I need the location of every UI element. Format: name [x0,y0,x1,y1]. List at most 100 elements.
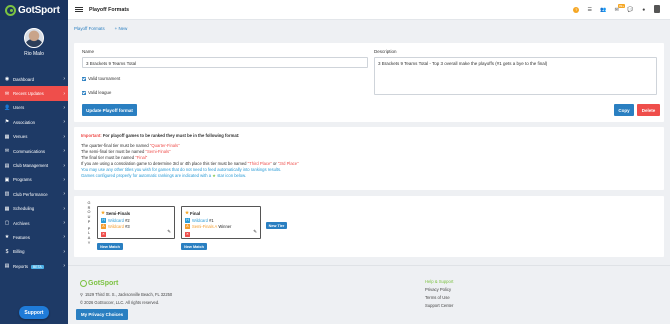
sidebar: GotSport Rio Malo ◉ Dashboard › ✉ Recent Upd… [0,0,68,324]
valid-tournament-label: Valid tournament [88,76,121,81]
user-icon[interactable] [651,4,665,15]
sidebar-item-programs[interactable]: ▣ Programs › [0,173,68,187]
association-icon: ⚑ [4,119,10,126]
semi-finals-game[interactable]: ★ Semi-Finals H Wildcard #2 A Wildcard #3 ✕… [97,206,175,239]
delete-game-button[interactable]: ✕ [101,232,108,237]
game-title: ★ Final [185,210,201,216]
chevron-right-icon: › [63,176,65,183]
footer-logo: GotSport [80,280,118,287]
info-heading: Important: For playoff games to be ranke… [81,133,240,138]
playoff-formats-link[interactable]: Playoff Formats [74,26,105,31]
sidebar-item-recent-updates[interactable]: ✉ Recent Updates › [0,86,68,101]
list-icon[interactable]: ☰ [583,7,597,13]
new-match-button[interactable]: New Match [181,243,207,250]
sidebar-item-scheduling[interactable]: ▦ Scheduling › [0,202,68,216]
info-icon[interactable]: ● [637,7,651,13]
sidebar-item-archives[interactable]: ▢ Archives › [0,216,68,230]
chevron-right-icon: › [63,104,65,111]
sidebar-item-label: Features [13,234,30,240]
playoff-format-form: Name 3 Brackets 9 Teams Total Descriptio… [74,43,664,122]
sidebar-item-label: Billing [13,249,25,255]
reports-icon: ▤ [4,263,10,270]
chevron-right-icon: › [63,133,65,140]
club-management-icon: ▤ [4,162,10,169]
footer: GotSport ⚲ 1529 Third St. S., Jacksonvill… [68,265,670,324]
update-playoff-format-button[interactable]: Update Playoff format [82,104,137,116]
avatar[interactable] [24,28,44,48]
game-slot[interactable]: A Semi-Finals A Winner [185,224,231,229]
brand-logo[interactable]: GotSport [0,0,68,20]
footer-address: ⚲ 1529 Third St. S., Jacksonville Beach, … [80,292,173,297]
trash-icon: ✕ [101,232,106,237]
delete-button[interactable]: Delete [637,104,660,116]
help-icon[interactable]: ? [570,6,584,13]
terms-of-use-link[interactable]: Terms of Use [425,294,453,302]
sidebar-item-label: Recent Updates [13,91,44,97]
footer-copyright: © 2026 GotSoccer, LLC. All rights reserv… [80,300,160,305]
archives-icon: ▢ [4,220,10,227]
checkbox-checked-icon [82,76,86,81]
topbar: Playoff Formats ? ☰ 👥 ✉ 99+ 💬 ● [68,0,670,20]
brand-name: GotSport [18,4,60,16]
help-support-link[interactable]: Help & Support [425,278,453,286]
users-icon: 👤 [4,104,11,111]
sidebar-item-communications[interactable]: ✉ Communications › [0,144,68,158]
new-tier-button[interactable]: New Tier [266,222,287,229]
chevron-right-icon: › [63,162,65,169]
away-icon: A [185,224,190,229]
sidebar-item-label: Scheduling [13,206,35,212]
copy-button[interactable]: Copy [614,104,634,116]
new-link[interactable]: + New [115,26,128,31]
sidebar-item-label: Club Performance [13,191,48,197]
venues-icon: ▦ [4,133,10,140]
privacy-choices-button[interactable]: My Privacy Choices [76,309,128,320]
description-textarea[interactable]: 3 Brackets 9 Teams Total - Top 3 overall… [374,57,657,95]
sidebar-item-dashboard[interactable]: ◉ Dashboard › [0,72,68,86]
sidebar-item-label: Dashboard [13,76,35,82]
sidebar-item-label: Communications [13,148,46,154]
people-icon[interactable]: 👥 [597,7,611,13]
delete-game-button[interactable]: ✕ [185,232,192,237]
name-input[interactable]: 3 Brackets 9 Teams Total [82,57,368,68]
away-icon: A [101,224,106,229]
sidebar-item-reports[interactable]: ▤ Reports BETA › [0,259,68,273]
name-label: Name [82,49,95,54]
support-button[interactable]: Support [19,306,49,319]
chevron-right-icon: › [63,148,65,155]
final-game[interactable]: ★ Final H Wildcard #1 A Semi-Finals A Winne… [181,206,261,239]
sidebar-item-club-management[interactable]: ▤ Club Management › [0,158,68,172]
home-icon: H [101,218,106,223]
valid-league-checkbox[interactable]: Valid league [82,90,111,95]
sidebar-item-billing[interactable]: $ Billing › [0,245,68,259]
home-icon: H [185,218,190,223]
sidebar-item-venues[interactable]: ▦ Venues › [0,130,68,144]
edit-icon[interactable]: ✎ [167,229,171,235]
new-match-button[interactable]: New Match [97,243,123,250]
game-slot[interactable]: H Wildcard #1 [185,218,214,223]
privacy-policy-link[interactable]: Privacy Policy [425,286,453,294]
communications-icon: ✉ [4,148,10,155]
programs-icon: ▣ [4,176,10,183]
game-title: ★ Semi-Finals [101,210,131,216]
updates-icon: ✉ [4,90,10,97]
sidebar-item-club-performance[interactable]: ▥ Club Performance › [0,187,68,201]
club-performance-icon: ▥ [4,191,10,198]
mail-icon[interactable]: ✉ 99+ [610,3,626,13]
sidebar-item-features[interactable]: ★ Features › [0,230,68,244]
chevron-right-icon: › [63,205,65,212]
game-slot[interactable]: H Wildcard #2 [101,218,130,223]
sidebar-item-label: Reports BETA [13,263,44,269]
sidebar-item-users[interactable]: 👤 Users › [0,101,68,115]
valid-tournament-checkbox[interactable]: Valid tournament [82,76,120,81]
ranking-star-icon: ★ [185,210,190,215]
menu-icon[interactable] [75,6,83,14]
chat-icon[interactable]: 💬 [624,7,638,13]
valid-league-label: Valid league [88,90,112,95]
sidebar-item-association[interactable]: ⚑ Association › [0,115,68,129]
location-icon: ⚲ [80,292,83,297]
edit-icon[interactable]: ✎ [253,229,257,235]
game-slot[interactable]: A Wildcard #3 [101,224,130,229]
sidebar-nav: ◉ Dashboard › ✉ Recent Updates › 👤 Users › ⚑ Assoc… [0,72,68,273]
page-title: Playoff Formats [89,6,130,13]
support-center-link[interactable]: Support Center [425,302,453,310]
